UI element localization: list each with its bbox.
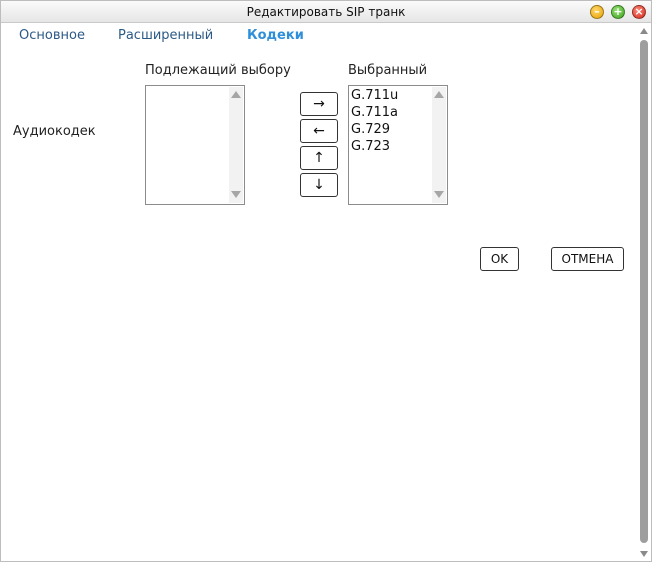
available-codecs-listbox[interactable] (145, 85, 245, 205)
cancel-button[interactable]: ОТМЕНА (551, 247, 624, 271)
page-scrollbar[interactable] (638, 24, 651, 561)
title-bar: Редактировать SIP транк – + × (1, 1, 651, 23)
edit-sip-trunk-window: Редактировать SIP транк – + × Основное Р… (0, 0, 652, 562)
close-button[interactable]: × (632, 5, 646, 19)
scroll-down-button[interactable] (432, 189, 446, 201)
window-title: Редактировать SIP транк (246, 5, 406, 19)
audio-codec-label: Аудиокодек (13, 124, 96, 139)
scroll-down-button[interactable] (229, 189, 243, 201)
list-item-codec[interactable]: G.711a (351, 104, 435, 121)
close-icon: × (634, 5, 644, 18)
selected-list-label: Выбранный (348, 63, 428, 78)
list-item-codec[interactable]: G.711u (351, 87, 435, 104)
maximize-button[interactable]: + (611, 5, 625, 19)
list-item-codec[interactable]: G.723 (351, 138, 435, 155)
scroll-down-icon (231, 191, 241, 198)
move-down-button[interactable]: ↓ (300, 173, 338, 197)
scroll-down-icon (434, 191, 444, 198)
available-list-label: Подлежащий выбору (145, 63, 291, 78)
tab-advanced[interactable]: Расширенный (118, 28, 213, 43)
list-item-codec[interactable]: G.729 (351, 121, 435, 138)
minimize-button[interactable]: – (590, 5, 604, 19)
selected-codecs-listbox[interactable]: G.711u G.711a G.729 G.723 (348, 85, 448, 205)
available-list-scrollbar[interactable] (229, 87, 243, 203)
move-right-button[interactable]: → (300, 92, 338, 116)
tab-basic[interactable]: Основное (19, 28, 85, 43)
minimize-icon: – (594, 5, 600, 18)
selected-codecs-items: G.711u G.711a G.729 G.723 (351, 87, 435, 155)
ok-button[interactable]: OK (480, 247, 519, 271)
tab-codecs[interactable]: Кодеки (247, 28, 304, 43)
maximize-icon: + (613, 5, 623, 18)
scrollbar-thumb[interactable] (640, 40, 648, 543)
selected-list-scrollbar[interactable] (432, 87, 446, 203)
scroll-up-button[interactable] (432, 89, 446, 101)
scroll-up-icon (434, 91, 444, 98)
scroll-up-button[interactable] (229, 89, 243, 101)
move-left-button[interactable]: ← (300, 119, 338, 143)
move-up-button[interactable]: ↑ (300, 146, 338, 170)
scroll-down-arrow-icon[interactable] (640, 551, 648, 557)
scroll-up-arrow-icon[interactable] (640, 28, 648, 34)
scroll-up-icon (231, 91, 241, 98)
